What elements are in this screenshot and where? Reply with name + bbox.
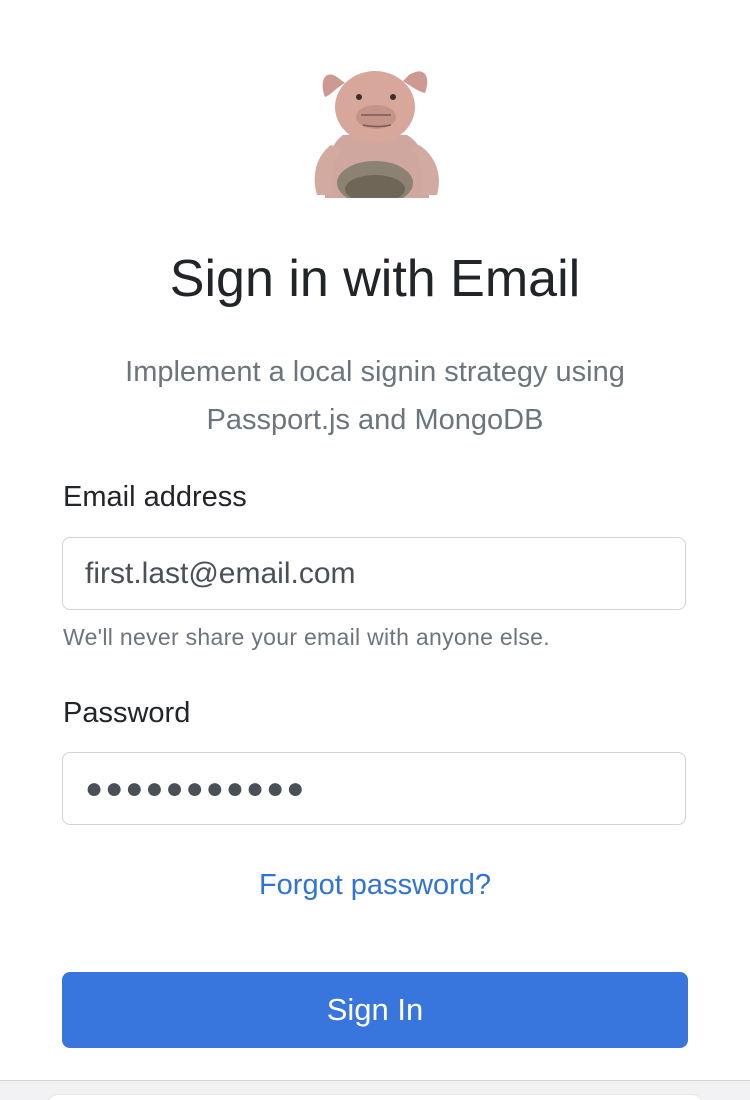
password-label: Password [63,697,191,729]
email-label: Email address [63,481,247,513]
email-help-text: We'll never share your email with anyone… [63,624,550,650]
page-title: Sign in with Email [169,250,581,308]
email-field[interactable] [62,537,686,610]
page-subtitle: Implement a local signin strategy using … [125,356,625,436]
sign-in-button[interactable]: Sign In [62,972,688,1048]
address-bar[interactable] [48,1095,702,1100]
password-field[interactable] [62,752,686,825]
signin-page: Sign in with Email Implement a local sig… [0,0,750,1100]
browser-bottom-bar [0,1080,750,1100]
stuffed-pig-icon [303,55,447,198]
forgot-password-link[interactable]: Forgot password? [0,865,750,905]
